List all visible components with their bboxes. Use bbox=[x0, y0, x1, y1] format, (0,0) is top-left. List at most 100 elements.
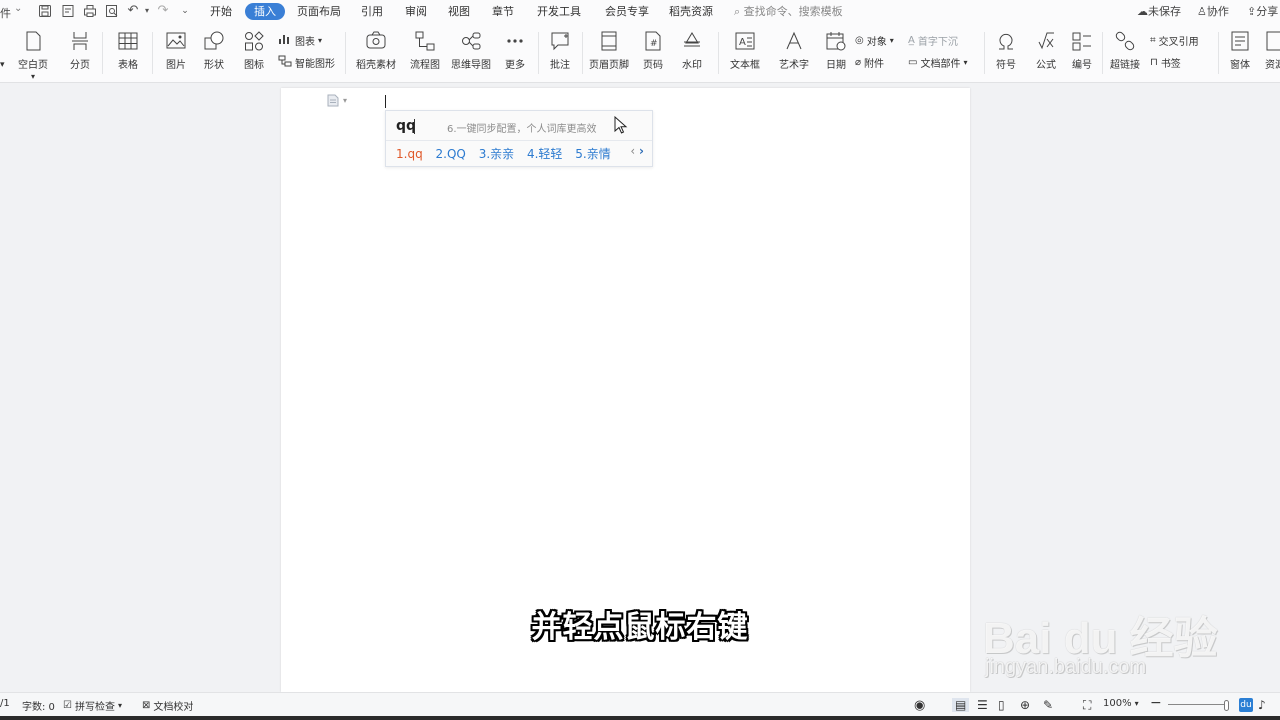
write-mode-icon[interactable]: ✎ bbox=[1043, 698, 1053, 712]
export-pdf-icon[interactable] bbox=[61, 4, 75, 18]
zoom-level[interactable]: 100% ▾ bbox=[1103, 698, 1139, 709]
picture-button[interactable]: 图片 bbox=[160, 30, 192, 71]
reading-view-icon[interactable]: ▯ bbox=[998, 698, 1005, 712]
ribbon-overflow-caret[interactable]: ▾ bbox=[0, 60, 5, 70]
drop-cap-button[interactable]: A̲ 首字下沉 bbox=[908, 33, 958, 48]
spell-check-toggle[interactable]: ☑ 拼写检查 ▾ bbox=[63, 698, 122, 713]
customize-toolbar-icon[interactable]: ⌄ bbox=[178, 4, 192, 18]
page-break-button[interactable]: 分页 bbox=[64, 30, 96, 71]
command-search[interactable]: ⌕ 查找命令、搜索模板 bbox=[734, 4, 843, 20]
text-box-button[interactable]: A 文本框 bbox=[724, 30, 766, 71]
numbering-button[interactable]: 编号 bbox=[1068, 30, 1096, 71]
mind-map-icon bbox=[462, 32, 481, 50]
web-view-icon[interactable]: ⊕ bbox=[1020, 698, 1030, 712]
word-art-button[interactable]: 艺术字 bbox=[774, 30, 814, 71]
unsaved-status[interactable]: ☁未保存 bbox=[1137, 4, 1181, 20]
form-button[interactable]: 窗体 bbox=[1224, 30, 1256, 71]
print-preview-icon[interactable] bbox=[105, 4, 119, 18]
undo-dropdown-icon[interactable]: ▾ bbox=[140, 4, 154, 18]
share-button[interactable]: ⇪分享 bbox=[1247, 4, 1278, 20]
tab-view[interactable]: 视图 bbox=[448, 4, 470, 20]
docer-material-button[interactable]: 稻壳素材 bbox=[353, 30, 399, 71]
tab-docer-resources[interactable]: 稻壳资源 bbox=[669, 4, 713, 20]
title-menu-bar: 件 ⌄ ↶ ▾ ↷ ⌄ 开始 插入 页面布局 引用 审阅 视图 章节 开发工具 … bbox=[0, 0, 1280, 24]
chevron-left-icon[interactable]: ‹ bbox=[630, 144, 635, 158]
paragraph-handle-caret[interactable]: ▾ bbox=[343, 96, 347, 105]
doc-proofread-button[interactable]: ⊠ 文档校对 bbox=[142, 698, 193, 713]
zoom-slider[interactable] bbox=[1168, 704, 1228, 705]
header-footer-button[interactable]: 页眉页脚 bbox=[588, 30, 630, 71]
collaborate-button[interactable]: ♙协作 bbox=[1197, 4, 1229, 20]
hyperlink-button[interactable]: 超链接 bbox=[1108, 30, 1142, 71]
icons-grid-icon bbox=[245, 31, 264, 51]
smart-art-icon bbox=[278, 55, 292, 70]
date-button[interactable]: 日期 bbox=[822, 30, 850, 71]
smart-art-button[interactable]: 智能图形 bbox=[278, 55, 335, 70]
redo-icon[interactable]: ↷ bbox=[156, 4, 170, 18]
save-icon[interactable] bbox=[38, 4, 52, 18]
window-bottom-edge bbox=[0, 716, 1280, 720]
cross-ref-icon: ⌗ bbox=[1150, 35, 1156, 46]
comment-button[interactable]: 批注 bbox=[544, 30, 576, 71]
tab-chapter[interactable]: 章节 bbox=[492, 4, 514, 20]
flowchart-button[interactable]: 流程图 bbox=[406, 30, 444, 71]
symbol-button[interactable]: 符号 bbox=[990, 30, 1022, 71]
formula-button[interactable]: 公式 bbox=[1030, 30, 1062, 71]
watermark-button[interactable]: 水印 bbox=[676, 30, 708, 71]
page-break-icon bbox=[72, 32, 88, 50]
page-indicator[interactable]: /1 bbox=[0, 698, 10, 709]
icon-library-button[interactable]: 图标 bbox=[238, 30, 270, 71]
blank-page-button[interactable]: 空白页 ▾ bbox=[16, 30, 50, 82]
chart-button[interactable]: 图表 ▾ bbox=[278, 33, 322, 48]
tab-member[interactable]: 会员专享 bbox=[605, 4, 649, 20]
tab-insert[interactable]: 插入 bbox=[245, 3, 285, 20]
object-button[interactable]: ◎ 对象 ▾ bbox=[855, 33, 894, 48]
tab-page-layout[interactable]: 页面布局 bbox=[297, 4, 341, 20]
mind-map-button[interactable]: 思维导图 bbox=[449, 30, 493, 71]
paragraph-handle-icon[interactable] bbox=[327, 94, 339, 107]
ime-sync-hint[interactable]: 6.一键同步配置，个人词库更高效 bbox=[447, 120, 597, 135]
ime-caret bbox=[414, 119, 415, 134]
tab-developer[interactable]: 开发工具 bbox=[537, 4, 581, 20]
print-icon[interactable] bbox=[83, 4, 97, 18]
zoom-out-button[interactable]: − bbox=[1150, 695, 1162, 711]
page-number-button[interactable]: # 页码 bbox=[638, 30, 668, 71]
formula-icon bbox=[1038, 32, 1054, 50]
tab-references[interactable]: 引用 bbox=[361, 4, 383, 20]
tab-home[interactable]: 开始 bbox=[210, 4, 232, 20]
bookmark-button[interactable]: ⊓ 书签 bbox=[1150, 55, 1181, 70]
ime-page-nav: ‹ › bbox=[630, 144, 644, 158]
material-icon bbox=[366, 31, 386, 49]
ime-candidate[interactable]: 5.亲情 bbox=[575, 147, 610, 161]
eye-protection-icon[interactable]: ◉ bbox=[914, 698, 925, 713]
doc-parts-button[interactable]: ▭ 文档部件 ▾ bbox=[908, 55, 967, 70]
calendar-icon bbox=[826, 32, 846, 51]
outline-view-icon[interactable]: ☰ bbox=[977, 698, 988, 712]
chevron-right-icon[interactable]: › bbox=[639, 144, 644, 158]
ime-candidate[interactable]: 3.亲亲 bbox=[479, 147, 514, 161]
undo-icon[interactable]: ↶ bbox=[126, 4, 140, 18]
word-count[interactable]: 字数: 0 bbox=[22, 698, 55, 713]
ime-divider bbox=[386, 140, 652, 141]
table-button[interactable]: 表格 bbox=[112, 30, 144, 71]
shape-button[interactable]: 形状 bbox=[198, 30, 230, 71]
ime-candidate[interactable]: 4.轻轻 bbox=[527, 147, 562, 161]
attachment-button[interactable]: ⌀ 附件 bbox=[855, 55, 884, 70]
bar-chart-icon bbox=[278, 33, 292, 48]
bookmark-icon: ⊓ bbox=[1150, 57, 1158, 68]
chevron-down-icon[interactable]: ⌄ bbox=[14, 3, 22, 14]
more-button[interactable]: 更多 bbox=[499, 30, 531, 71]
ime-badge[interactable]: du bbox=[1239, 698, 1253, 712]
cross-reference-button[interactable]: ⌗ 交叉引用 bbox=[1150, 33, 1199, 48]
zoom-slider-handle[interactable] bbox=[1224, 700, 1229, 711]
file-menu-label[interactable]: 件 bbox=[0, 5, 11, 21]
fit-page-icon[interactable]: ⛶ bbox=[1083, 698, 1091, 713]
resource-button[interactable]: 资源 bbox=[1262, 30, 1280, 71]
microphone-icon[interactable]: ♪ bbox=[1258, 698, 1266, 712]
ime-candidate[interactable]: 1.qq bbox=[396, 147, 423, 161]
tab-review[interactable]: 审阅 bbox=[405, 4, 427, 20]
drop-cap-icon: A̲ bbox=[908, 35, 915, 46]
ime-candidate[interactable]: 2.QQ bbox=[436, 147, 466, 161]
page-view-icon[interactable]: ▤ bbox=[952, 698, 970, 712]
watermark-icon bbox=[684, 32, 700, 47]
